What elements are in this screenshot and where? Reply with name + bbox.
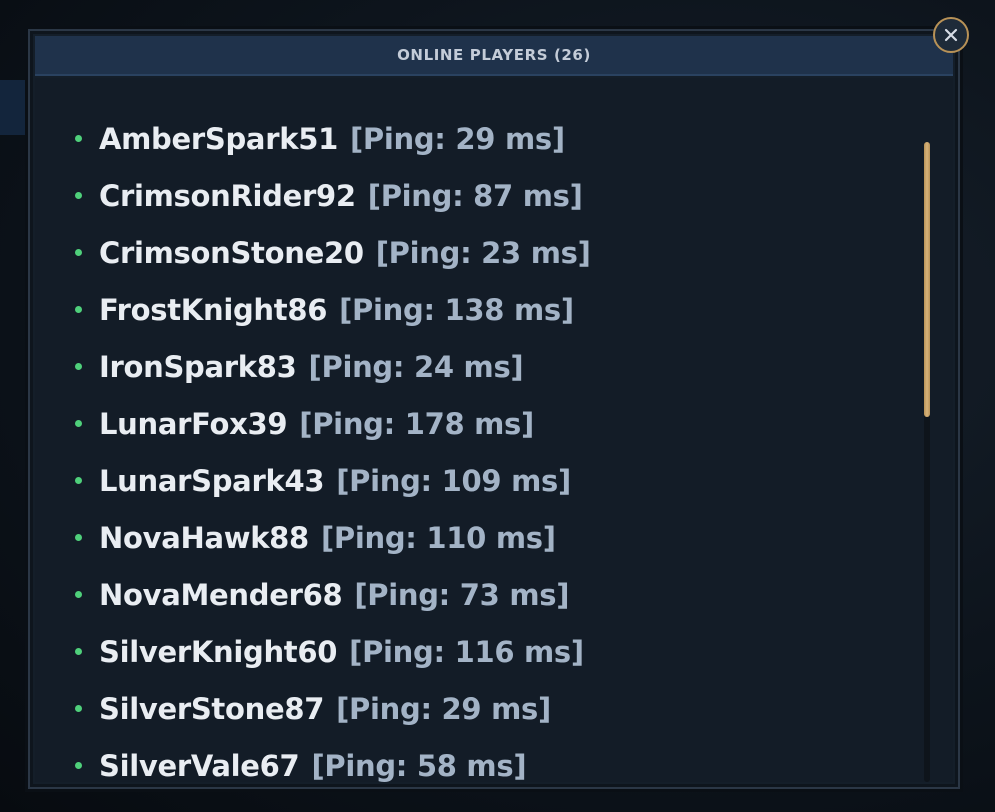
close-button[interactable] [933, 17, 969, 53]
player-list: AmberSpark51 [Ping: 29 ms] CrimsonRider92 [… [75, 110, 591, 782]
player-ping: [Ping: 110 ms] [320, 520, 556, 555]
close-icon [944, 28, 958, 42]
player-ping: [Ping: 109 ms] [336, 463, 571, 498]
online-status-dot-icon [75, 306, 82, 313]
player-name: LunarSpark43 [99, 463, 325, 498]
player-name: NovaHawk88 [99, 520, 309, 555]
player-list-panel[interactable]: AmberSpark51 [Ping: 29 ms] CrimsonRider92 [… [35, 78, 953, 782]
player-ping: [Ping: 23 ms] [375, 235, 591, 270]
player-name: CrimsonRider92 [99, 178, 356, 213]
player-row: SilverVale67 [Ping: 58 ms] [75, 737, 591, 782]
online-players-dialog: ONLINE PLAYERS (26) AmberSpark51 [Ping: 2… [28, 29, 960, 789]
scrollbar-track[interactable] [924, 142, 930, 782]
online-status-dot-icon [75, 363, 82, 370]
player-ping: [Ping: 116 ms] [349, 634, 584, 669]
player-row: NovaMender68 [Ping: 73 ms] [75, 566, 591, 623]
online-status-dot-icon [75, 420, 82, 427]
dialog-title: ONLINE PLAYERS (26) [397, 46, 591, 64]
player-row: CrimsonStone20 [Ping: 23 ms] [75, 224, 591, 281]
player-ping: [Ping: 24 ms] [308, 349, 524, 384]
player-name: SilverVale67 [99, 748, 300, 783]
player-row: AmberSpark51 [Ping: 29 ms] [75, 110, 591, 167]
player-ping: [Ping: 58 ms] [311, 748, 527, 783]
player-name: LunarFox39 [99, 406, 288, 441]
player-name: AmberSpark51 [99, 121, 338, 156]
online-status-dot-icon [75, 534, 82, 541]
player-name: FrostKnight86 [99, 292, 328, 327]
scrollbar-thumb[interactable] [924, 142, 930, 417]
online-status-dot-icon [75, 705, 82, 712]
player-ping: [Ping: 178 ms] [299, 406, 534, 441]
player-row: SilverStone87 [Ping: 29 ms] [75, 680, 591, 737]
player-name: SilverKnight60 [99, 634, 338, 669]
background-detail [0, 80, 30, 135]
player-name: CrimsonStone20 [99, 235, 364, 270]
player-row: CrimsonRider92 [Ping: 87 ms] [75, 167, 591, 224]
player-row: IronSpark83 [Ping: 24 ms] [75, 338, 591, 395]
player-ping: [Ping: 29 ms] [349, 121, 565, 156]
online-status-dot-icon [75, 762, 82, 769]
player-row: LunarSpark43 [Ping: 109 ms] [75, 452, 591, 509]
dialog-header: ONLINE PLAYERS (26) [35, 36, 953, 76]
player-row: LunarFox39 [Ping: 178 ms] [75, 395, 591, 452]
player-ping: [Ping: 29 ms] [336, 691, 551, 726]
player-ping: [Ping: 73 ms] [354, 577, 570, 612]
online-status-dot-icon [75, 249, 82, 256]
online-status-dot-icon [75, 192, 82, 199]
player-row: FrostKnight86 [Ping: 138 ms] [75, 281, 591, 338]
player-row: NovaHawk88 [Ping: 110 ms] [75, 509, 591, 566]
online-status-dot-icon [75, 648, 82, 655]
player-name: IronSpark83 [99, 349, 297, 384]
online-status-dot-icon [75, 591, 82, 598]
player-ping: [Ping: 87 ms] [367, 178, 583, 213]
player-ping: [Ping: 138 ms] [339, 292, 574, 327]
player-name: SilverStone87 [99, 691, 325, 726]
player-row: SilverKnight60 [Ping: 116 ms] [75, 623, 591, 680]
online-status-dot-icon [75, 135, 82, 142]
online-status-dot-icon [75, 477, 82, 484]
player-name: NovaMender68 [99, 577, 343, 612]
